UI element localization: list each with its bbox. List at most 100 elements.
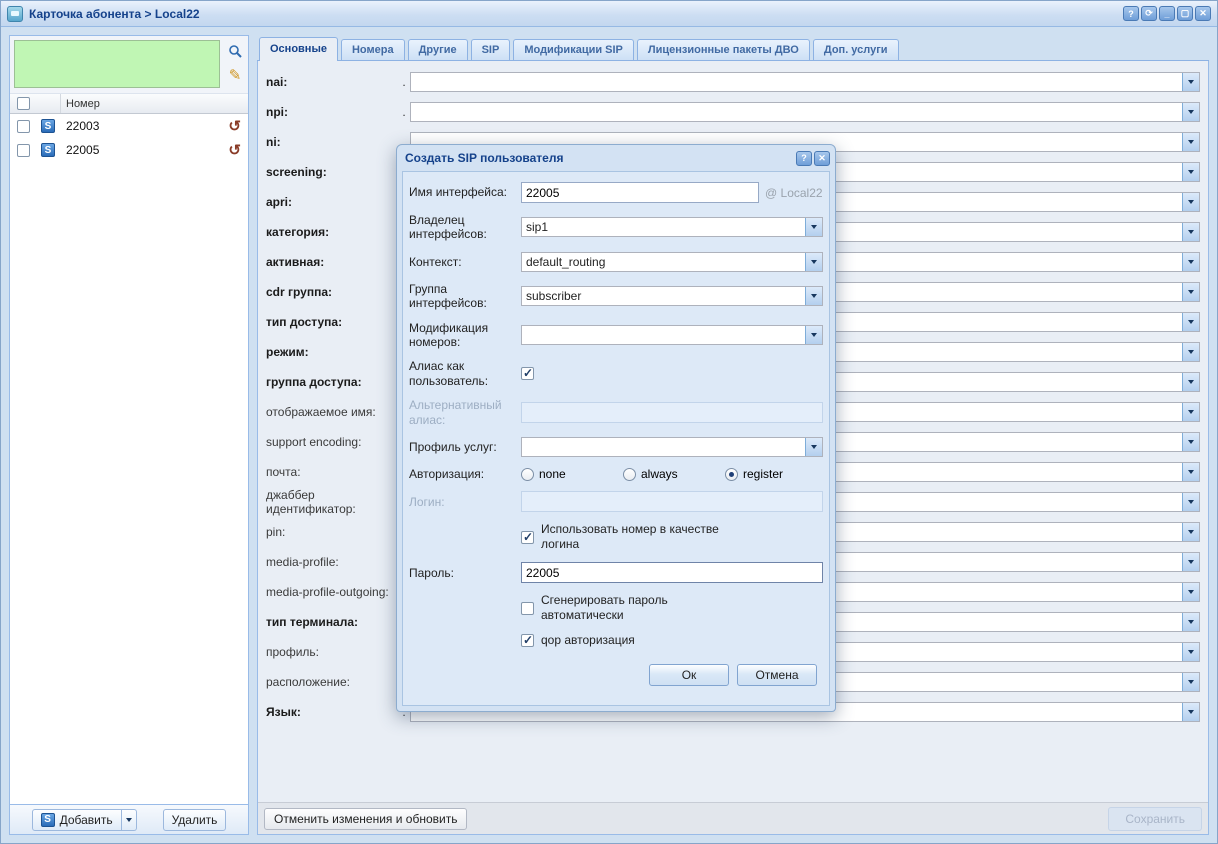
chevron-down-icon[interactable]: [805, 287, 822, 305]
owner-combobox[interactable]: sip1: [521, 217, 823, 237]
chevron-down-icon[interactable]: [1182, 403, 1199, 421]
ok-button[interactable]: Ок: [649, 664, 729, 686]
field-label: Пароль:: [409, 566, 521, 580]
row-checkbox[interactable]: [17, 120, 30, 133]
tab-other[interactable]: Другие: [408, 39, 468, 60]
checkbox-label: Использовать номер в качестве логина: [541, 522, 753, 552]
save-button[interactable]: Сохранить: [1108, 807, 1202, 831]
chevron-down-icon[interactable]: [805, 253, 822, 271]
chevron-down-icon[interactable]: [805, 218, 822, 236]
service-profile-combobox[interactable]: [521, 437, 823, 457]
subscriber-row[interactable]: S 22003↺: [10, 114, 248, 138]
field-label: cdr группа:: [266, 285, 398, 299]
cancel-button[interactable]: Отмена: [737, 664, 817, 686]
context-combobox[interactable]: default_routing: [521, 252, 823, 272]
generate-password-checkbox[interactable]: [521, 602, 534, 615]
tab-bar: ОсновныеНомераДругиеSIPМодификации SIPЛи…: [257, 35, 1209, 61]
add-button[interactable]: S Добавить: [32, 809, 122, 831]
chevron-down-icon[interactable]: [1182, 163, 1199, 181]
row-checkbox[interactable]: [17, 144, 30, 157]
refresh-button[interactable]: ⟳: [1141, 6, 1157, 21]
chevron-down-icon[interactable]: [1182, 223, 1199, 241]
field-label: npi:: [266, 105, 398, 119]
help-button[interactable]: ?: [1123, 6, 1139, 21]
subscriber-number: 22003: [60, 119, 228, 133]
chevron-down-icon[interactable]: [1182, 463, 1199, 481]
radio-label: register: [743, 467, 783, 481]
chevron-down-icon[interactable]: [1182, 253, 1199, 271]
chevron-down-icon[interactable]: [1182, 133, 1199, 151]
chevron-down-icon[interactable]: [1182, 583, 1199, 601]
chevron-down-icon[interactable]: [1182, 193, 1199, 211]
field-label: Авторизация:: [409, 467, 521, 481]
auth-none-radio[interactable]: [521, 468, 534, 481]
tab-sip[interactable]: SIP: [471, 39, 511, 60]
dialog-close-button[interactable]: ✕: [814, 151, 830, 166]
dialog-help-button[interactable]: ?: [796, 151, 812, 166]
alias-as-user-checkbox[interactable]: [521, 367, 534, 380]
chevron-down-icon[interactable]: [1182, 343, 1199, 361]
interface-name-input[interactable]: [521, 182, 759, 203]
chevron-down-icon[interactable]: [1182, 493, 1199, 511]
maximize-button[interactable]: ▢: [1177, 6, 1193, 21]
tab-dvo-license-packages[interactable]: Лицензионные пакеты ДВО: [637, 39, 810, 60]
tab-general[interactable]: Основные: [259, 37, 338, 61]
nai-combobox[interactable]: [410, 72, 1200, 92]
number-modification-combobox[interactable]: [521, 325, 823, 345]
search-button[interactable]: [224, 40, 246, 62]
auth-register-radio[interactable]: [725, 468, 738, 481]
subscriber-number: 22005: [60, 143, 228, 157]
auth-always-radio[interactable]: [623, 468, 636, 481]
password-input[interactable]: [521, 562, 823, 583]
field-label: Алиас как пользователь:: [409, 359, 521, 388]
authorization-row: Авторизация: none always register: [409, 467, 823, 481]
field-label: почта:: [266, 465, 398, 479]
chevron-down-icon[interactable]: [1182, 613, 1199, 631]
subscriber-grid-header: Номер: [10, 94, 248, 114]
chevron-down-icon[interactable]: [1182, 103, 1199, 121]
select-all-checkbox[interactable]: [17, 97, 30, 110]
subscriber-list: S22003↺S22005↺: [10, 114, 248, 804]
context-row: Контекст: default_routing: [409, 252, 823, 272]
tab-sip-modifications[interactable]: Модификации SIP: [513, 39, 634, 60]
combo-value: sip1: [522, 220, 805, 234]
tab-numbers[interactable]: Номера: [341, 39, 405, 60]
tab-additional-services[interactable]: Доп. услуги: [813, 39, 899, 60]
close-button[interactable]: ✕: [1195, 6, 1211, 21]
chevron-down-icon[interactable]: [1182, 643, 1199, 661]
chevron-down-icon[interactable]: [1182, 703, 1199, 721]
npi-combobox[interactable]: [410, 102, 1200, 122]
history-icon[interactable]: ↺: [228, 143, 241, 158]
qop-auth-checkbox[interactable]: [521, 634, 534, 647]
chevron-down-icon[interactable]: [1182, 433, 1199, 451]
subscriber-row[interactable]: S22005↺: [10, 138, 248, 162]
field-label: Контекст:: [409, 255, 521, 269]
window-controls: ? ⟳ _ ▢ ✕: [1123, 6, 1211, 21]
chevron-down-icon[interactable]: [1182, 553, 1199, 571]
delete-button[interactable]: Удалить: [163, 809, 227, 831]
chevron-down-icon[interactable]: [1182, 673, 1199, 691]
edit-button[interactable]: ✎: [224, 64, 246, 86]
field-label: тип доступа:: [266, 315, 398, 329]
generate-password-row: Сгенерировать пароль автоматически: [409, 593, 823, 623]
login-input: [521, 491, 823, 512]
field-label: Модификация номеров:: [409, 321, 521, 350]
chevron-down-icon[interactable]: [1182, 313, 1199, 331]
subscriber-search-input[interactable]: [14, 40, 220, 88]
field-label: Профиль услуг:: [409, 440, 521, 454]
sip-icon: S: [41, 119, 55, 133]
chevron-down-icon[interactable]: [805, 326, 822, 344]
add-dropdown-button[interactable]: [122, 809, 137, 831]
field-label: Язык:: [266, 705, 398, 719]
chevron-down-icon[interactable]: [1182, 373, 1199, 391]
chevron-down-icon[interactable]: [1182, 73, 1199, 91]
chevron-down-icon[interactable]: [1182, 283, 1199, 301]
chevron-down-icon[interactable]: [1182, 523, 1199, 541]
chevron-down-icon[interactable]: [805, 438, 822, 456]
cancel-and-refresh-button[interactable]: Отменить изменения и обновить: [264, 808, 467, 830]
interface-group-combobox[interactable]: subscriber: [521, 286, 823, 306]
use-number-as-login-checkbox[interactable]: [521, 531, 534, 544]
history-icon[interactable]: ↺: [228, 119, 241, 134]
field-label: support encoding:: [266, 435, 398, 449]
minimize-button[interactable]: _: [1159, 6, 1175, 21]
